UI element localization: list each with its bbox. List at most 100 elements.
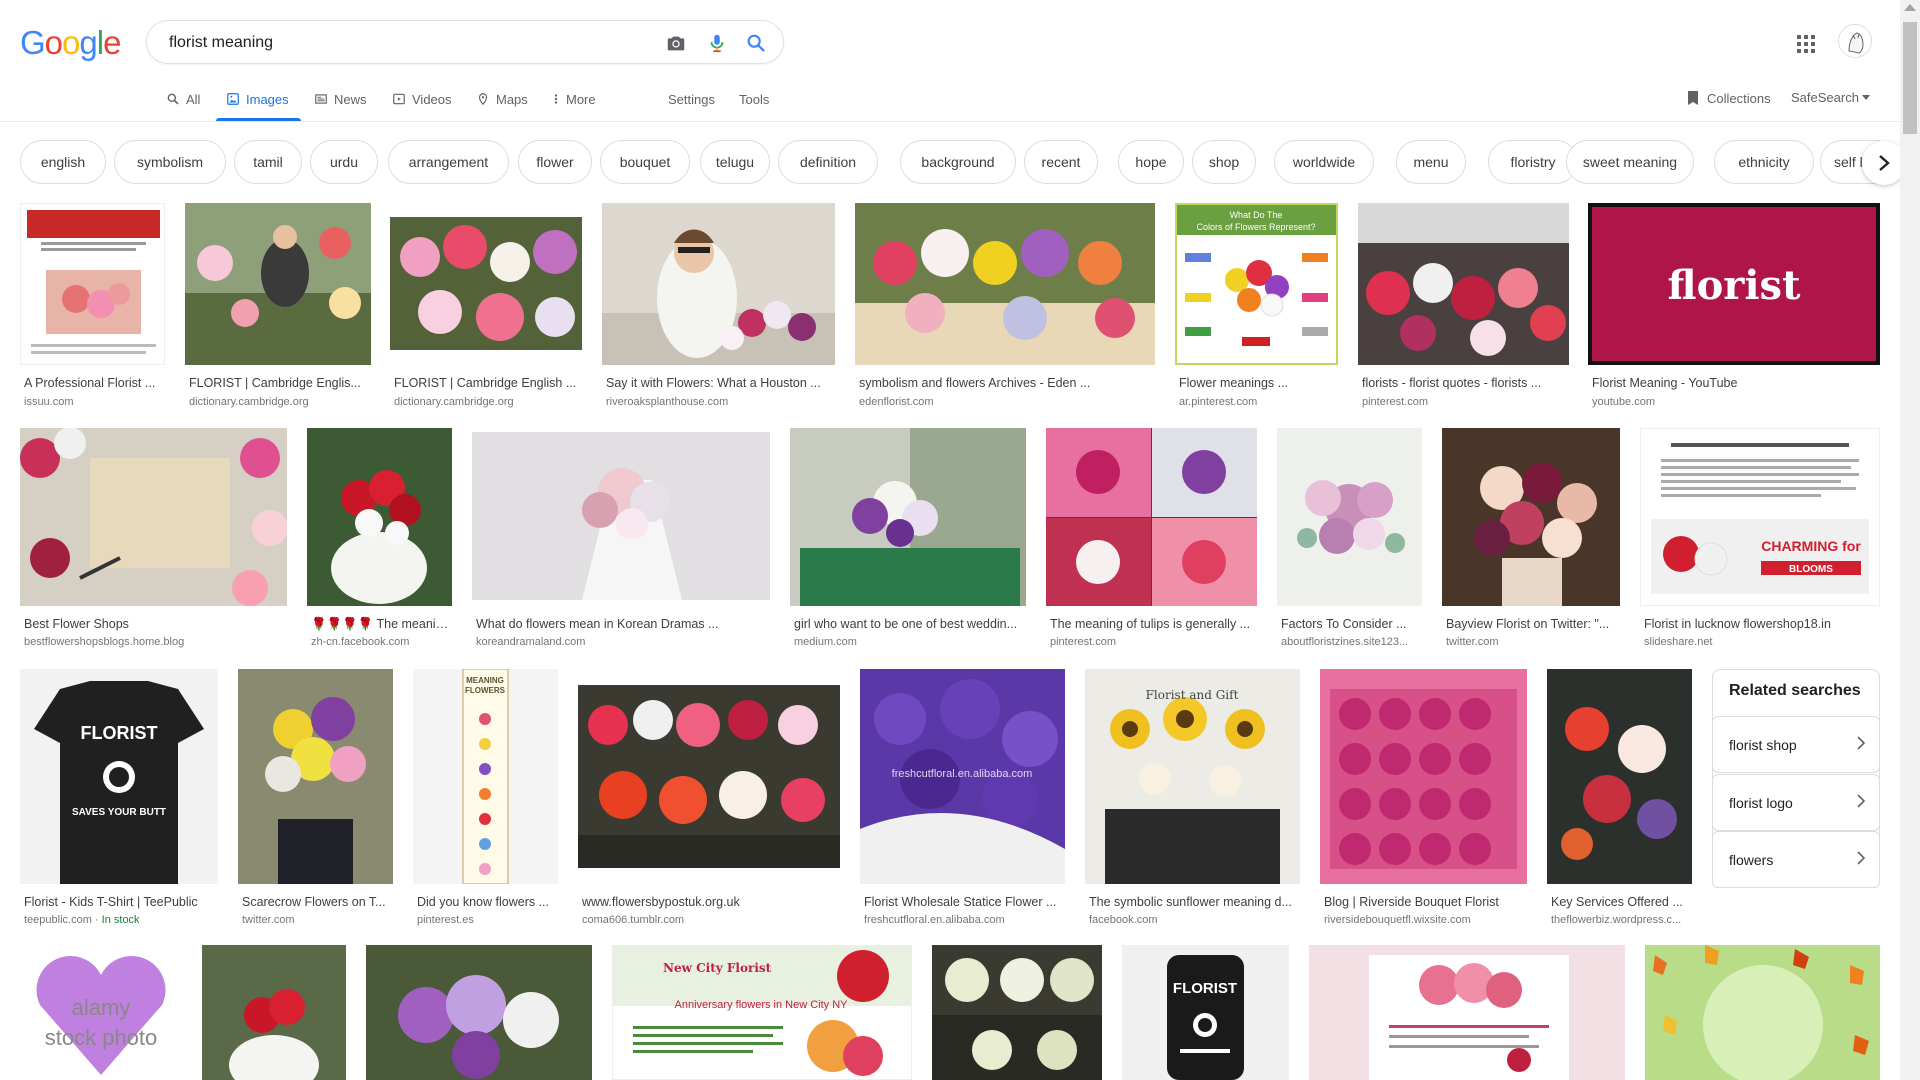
image-result[interactable]: www.flowersbypostuk.org.uk coma606.tumbl… xyxy=(578,669,840,927)
image-result[interactable]: Factors To Consider ... aboutfloristzine… xyxy=(1277,428,1422,653)
image-result[interactable] xyxy=(1309,945,1625,1080)
chip[interactable]: flower xyxy=(518,140,592,184)
chip[interactable]: symbolism xyxy=(114,140,226,184)
result-source[interactable]: dictionary.cambridge.org xyxy=(394,395,584,409)
result-thumbnail[interactable]: MEANING FLOWERS xyxy=(413,669,558,884)
result-title[interactable]: The symbolic sunflower meaning d... xyxy=(1089,894,1300,910)
result-thumbnail[interactable] xyxy=(20,428,287,606)
result-title[interactable]: Best Flower Shops xyxy=(24,616,284,632)
image-result[interactable]: FLORIST xyxy=(1122,945,1289,1080)
chip[interactable]: hope xyxy=(1118,140,1184,184)
result-source[interactable]: dictionary.cambridge.org xyxy=(189,395,375,409)
result-title[interactable]: Florist Meaning - YouTube xyxy=(1592,375,1884,391)
result-thumbnail[interactable]: CHARMING for BLOOMS xyxy=(1640,428,1880,606)
related-item[interactable]: florist shop xyxy=(1712,716,1880,773)
related-item[interactable]: flowers xyxy=(1712,831,1880,888)
result-thumbnail[interactable] xyxy=(602,203,835,365)
result-source[interactable]: freshcutfloral.en.alibaba.com xyxy=(864,913,1065,927)
result-title[interactable]: Florist Wholesale Statice Flower ... xyxy=(864,894,1065,910)
result-thumbnail[interactable] xyxy=(238,669,393,884)
result-source[interactable]: edenflorist.com xyxy=(859,395,1099,409)
result-thumbnail[interactable] xyxy=(1320,669,1527,884)
result-thumbnail[interactable] xyxy=(1309,945,1625,1080)
image-result[interactable]: Say it with Flowers: What a Houston ... … xyxy=(602,203,835,413)
result-source[interactable]: bestflowershopsblogs.home.blog xyxy=(24,635,284,649)
image-result[interactable]: Bayview Florist on Twitter: "... twitter… xyxy=(1442,428,1620,653)
image-result[interactable] xyxy=(932,945,1102,1080)
tab-images[interactable]: Images xyxy=(226,88,289,122)
result-source[interactable]: teepublic.com · In stock xyxy=(24,913,218,927)
tab-more[interactable]: More xyxy=(552,88,596,122)
mic-icon[interactable] xyxy=(706,32,728,54)
result-title[interactable]: What do flowers mean in Korean Dramas ..… xyxy=(476,616,770,632)
tab-tools[interactable]: Tools xyxy=(739,88,769,122)
image-result[interactable]: Blog | Riverside Bouquet Florist riversi… xyxy=(1320,669,1527,927)
chip[interactable]: urdu xyxy=(310,140,378,184)
image-result[interactable]: freshcutfloral.en.alibaba.com Florist Wh… xyxy=(860,669,1065,927)
result-thumbnail[interactable]: New City Florist Anniversary flowers in N… xyxy=(612,945,912,1080)
chip[interactable]: tamil xyxy=(234,140,302,184)
result-source[interactable]: riversidebouquetfl.wixsite.com xyxy=(1324,913,1527,927)
result-title[interactable]: Florist in lucknow flowershop18.in xyxy=(1644,616,1880,632)
result-thumbnail[interactable]: FLORIST SAVES YOUR BUTT xyxy=(20,669,218,884)
tab-maps[interactable]: Maps xyxy=(476,88,528,122)
image-result[interactable]: 🌹🌹🌹🌹 The meanin... zh-cn.facebook.com xyxy=(307,428,452,653)
image-result[interactable]: florist Florist Meaning - YouTube youtub… xyxy=(1588,203,1880,413)
result-thumbnail[interactable] xyxy=(366,945,592,1080)
result-source[interactable]: facebook.com xyxy=(1089,913,1300,927)
result-source[interactable]: pinterest.com xyxy=(1362,395,1573,409)
chip[interactable]: floristry xyxy=(1488,140,1578,184)
result-thumbnail[interactable] xyxy=(472,432,770,600)
related-item[interactable]: florist logo xyxy=(1712,774,1880,831)
avatar[interactable] xyxy=(1838,24,1872,58)
result-source[interactable]: aboutfloristzines.site123... xyxy=(1281,635,1421,649)
result-source[interactable]: youtube.com xyxy=(1592,395,1884,409)
image-result[interactable] xyxy=(202,945,346,1080)
image-result[interactable] xyxy=(1645,945,1880,1080)
image-result[interactable]: girl who want to be one of best weddin..… xyxy=(790,428,1026,653)
result-title[interactable]: florists - florist quotes - florists ... xyxy=(1362,375,1573,391)
result-thumbnail[interactable] xyxy=(932,945,1102,1080)
tab-settings[interactable]: Settings xyxy=(668,88,715,122)
result-source[interactable]: pinterest.com xyxy=(1050,635,1257,649)
result-title[interactable]: Say it with Flowers: What a Houston ... xyxy=(606,375,839,391)
apps-grid-icon[interactable] xyxy=(1796,34,1816,54)
chip[interactable]: menu xyxy=(1396,140,1466,184)
result-thumbnail[interactable]: FLORIST xyxy=(1122,945,1289,1080)
chip[interactable]: telugu xyxy=(700,140,770,184)
image-result[interactable]: New City Florist Anniversary flowers in N… xyxy=(612,945,912,1080)
search-input[interactable] xyxy=(167,21,591,65)
result-thumbnail[interactable] xyxy=(185,203,371,365)
chip[interactable]: background xyxy=(900,140,1016,184)
result-source[interactable]: issuu.com xyxy=(24,395,174,409)
chip[interactable]: bouquet xyxy=(600,140,690,184)
result-source[interactable]: coma606.tumblr.com xyxy=(582,913,840,927)
page-scrollbar[interactable] xyxy=(1900,0,1920,1080)
result-source[interactable]: zh-cn.facebook.com xyxy=(311,635,451,649)
chip[interactable]: english xyxy=(20,140,106,184)
result-source[interactable]: riveroaksplanthouse.com xyxy=(606,395,839,409)
image-result[interactable]: What do flowers mean in Korean Dramas ..… xyxy=(472,428,770,653)
result-title[interactable]: girl who want to be one of best weddin..… xyxy=(794,616,1026,632)
result-source[interactable]: theflowerbiz.wordpress.c... xyxy=(1551,913,1692,927)
result-title[interactable]: Factors To Consider ... xyxy=(1281,616,1421,632)
scrollbar-thumb[interactable] xyxy=(1903,22,1917,134)
result-title[interactable]: 🌹🌹🌹🌹 The meanin... xyxy=(311,616,451,632)
safesearch-dropdown[interactable]: SafeSearch xyxy=(1791,90,1870,105)
scroll-up-arrow[interactable] xyxy=(1904,4,1916,11)
result-thumbnail[interactable] xyxy=(202,945,346,1080)
result-thumbnail[interactable] xyxy=(1358,203,1569,365)
chip[interactable]: worldwide xyxy=(1274,140,1374,184)
collections-link[interactable]: Collections xyxy=(1686,90,1771,106)
result-title[interactable]: Bayview Florist on Twitter: "... xyxy=(1446,616,1620,632)
image-result[interactable]: A Professional Florist ... issuu.com xyxy=(20,203,170,413)
result-title[interactable]: Did you know flowers ... xyxy=(417,894,558,910)
image-result[interactable]: florists - florist quotes - florists ...… xyxy=(1358,203,1569,413)
tab-videos[interactable]: Videos xyxy=(392,88,452,122)
image-result[interactable]: Scarecrow Flowers on T... twitter.com xyxy=(238,669,393,926)
result-thumbnail[interactable] xyxy=(390,217,582,350)
result-source[interactable]: koreandramaland.com xyxy=(476,635,770,649)
result-thumbnail[interactable]: Florist and Gift xyxy=(1085,669,1300,884)
result-thumbnail[interactable]: florist xyxy=(1588,203,1880,365)
result-thumbnail[interactable] xyxy=(1547,669,1692,884)
